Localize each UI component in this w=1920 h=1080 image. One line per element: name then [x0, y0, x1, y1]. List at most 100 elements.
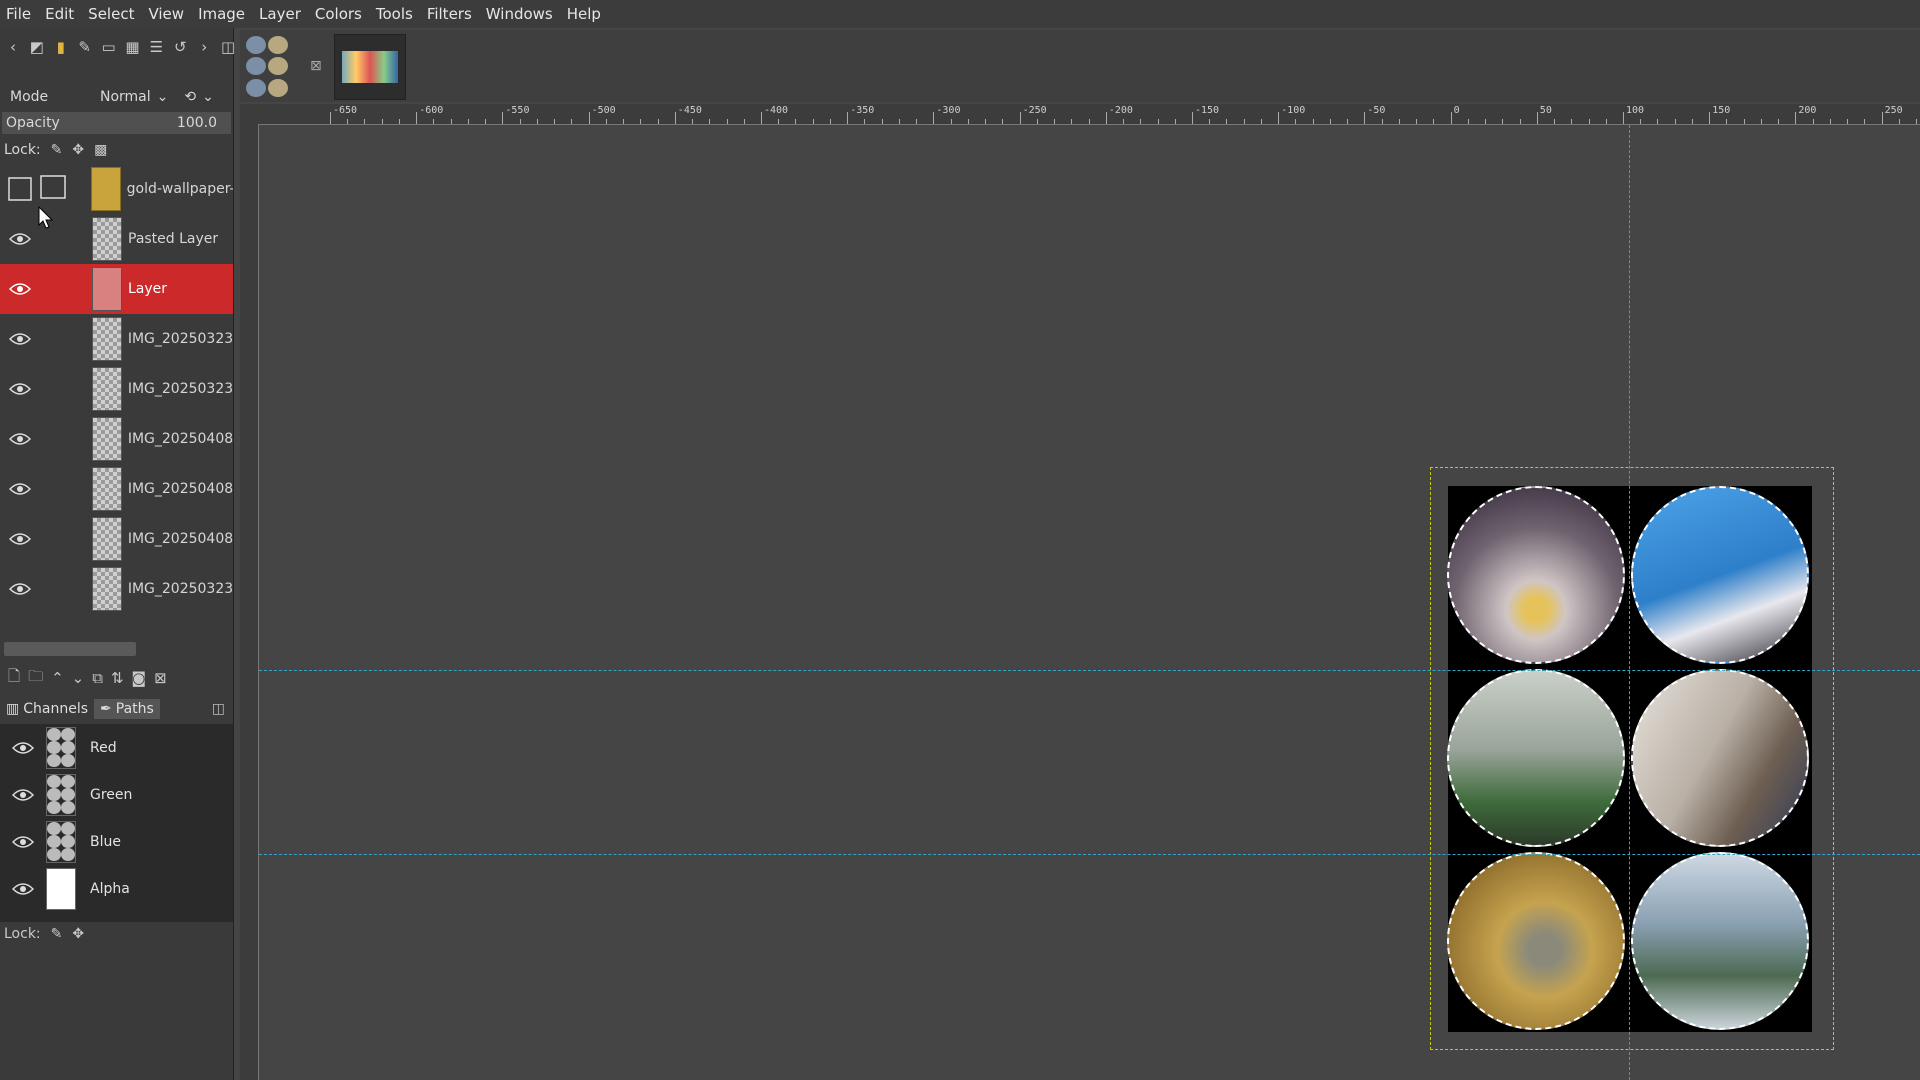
layer-row[interactable]: IMG_20250323	[0, 564, 233, 614]
menu-colors[interactable]: Colors	[308, 0, 369, 28]
eye-icon[interactable]	[0, 582, 40, 596]
horizontal-guide[interactable]	[259, 854, 1920, 855]
ruler-minor-tick	[485, 119, 487, 124]
layers-scrollbar[interactable]	[4, 642, 136, 656]
color-swatch-icon[interactable]: ▮	[52, 37, 70, 57]
eye-icon[interactable]	[0, 282, 40, 296]
vertical-ruler[interactable]	[240, 124, 259, 1080]
menu-help[interactable]: Help	[560, 0, 608, 28]
layer-row[interactable]: IMG_20250408	[0, 514, 233, 564]
ruler-label: 0	[1453, 105, 1460, 116]
ruler-tick	[1019, 112, 1021, 124]
ruler-label: 150	[1712, 105, 1731, 116]
menu-edit[interactable]: Edit	[38, 0, 81, 28]
chevron-down-icon[interactable]: ⌄	[202, 89, 214, 105]
image-tab-thumbnail[interactable]	[246, 36, 290, 98]
horizontal-guide[interactable]	[259, 670, 1920, 671]
menu-view[interactable]: View	[141, 0, 191, 28]
undo-history-icon[interactable]: ↺	[171, 37, 189, 57]
delete-layer-icon[interactable]: ⊠	[154, 669, 167, 687]
tool-options-icon[interactable]: ◩	[28, 37, 46, 57]
horizontal-ruler[interactable]: -650 -600 -550 -500 -450 -400 -350 -300 -250 -200…	[258, 104, 1920, 125]
ruler-corner[interactable]	[240, 104, 258, 124]
photo-circle	[1631, 852, 1809, 1030]
new-layer-icon[interactable]: 🗋	[8, 666, 20, 691]
new-layer-group-icon[interactable]: 🗀	[28, 666, 43, 691]
tab-channels[interactable]: ▥ Channels	[0, 699, 94, 719]
menu-layer[interactable]: Layer	[252, 0, 308, 28]
lower-layer-icon[interactable]: ⌄	[72, 669, 85, 687]
eye-icon[interactable]	[0, 482, 40, 496]
layer-name: IMG_20250408	[127, 531, 233, 547]
eye-icon[interactable]	[0, 788, 46, 802]
mask-icon[interactable]: ◙	[132, 669, 147, 687]
duplicate-layer-icon[interactable]: ⧉	[92, 669, 103, 687]
mode-row: Mode Normal ⌄ ⟲ ⌄	[0, 82, 233, 112]
ruler-minor-tick	[1605, 119, 1607, 124]
ruler-minor-tick	[1398, 119, 1400, 124]
layer-row[interactable]: IMG_20250323	[0, 314, 233, 364]
layer-row[interactable]: IMG_20250323	[0, 364, 233, 414]
layer-name: Layer	[128, 281, 168, 297]
eye-icon[interactable]	[0, 532, 40, 546]
channel-row[interactable]: Alpha	[0, 865, 233, 912]
ruler-tick	[330, 112, 331, 124]
tab-paths[interactable]: ✒ Paths	[94, 699, 160, 719]
layer-row[interactable]: gold-wallpaper-	[0, 164, 233, 214]
layer-row[interactable]: Pasted Layer	[0, 214, 233, 264]
brush-icon[interactable]: ✎	[76, 37, 94, 57]
vertical-guide[interactable]	[1629, 125, 1630, 1080]
layers-icon[interactable]: ☰	[147, 37, 165, 57]
dock-menu-icon[interactable]: ◫	[212, 701, 225, 717]
gradient-icon[interactable]: ▦	[124, 37, 142, 57]
lock-position-icon[interactable]: ✥	[72, 926, 84, 942]
eye-icon[interactable]	[0, 432, 40, 446]
photo-circle	[1447, 669, 1625, 847]
mode-select[interactable]: Normal ⌄	[100, 89, 168, 105]
image-content[interactable]	[1447, 486, 1812, 1032]
pattern-icon[interactable]: ▭	[100, 37, 118, 57]
eye-icon[interactable]	[0, 835, 46, 849]
menu-filters[interactable]: Filters	[420, 0, 479, 28]
lock-alpha-icon[interactable]: ▩	[94, 142, 107, 158]
layer-thumbnail	[90, 167, 121, 211]
opacity-value[interactable]: 100.0	[177, 115, 231, 131]
layer-row-active[interactable]: Layer	[0, 264, 233, 314]
visibility-toggle[interactable]	[0, 176, 39, 202]
ruler-minor-tick	[571, 119, 573, 124]
ruler-minor-tick	[1640, 119, 1642, 124]
menu-tools[interactable]: Tools	[369, 0, 420, 28]
image-tab-thumbnail[interactable]	[334, 34, 406, 100]
lock-pixels-icon[interactable]: ✎	[51, 926, 63, 942]
menu-image[interactable]: Image	[191, 0, 252, 28]
ruler-minor-tick	[657, 119, 659, 124]
eye-icon[interactable]	[0, 332, 40, 346]
link-toggle[interactable]	[39, 174, 90, 204]
ruler-minor-tick	[433, 119, 435, 124]
lock-pixels-icon[interactable]: ✎	[51, 142, 63, 158]
ruler-label: -600	[419, 105, 444, 116]
layer-row[interactable]: IMG_20250408	[0, 464, 233, 514]
menu-file[interactable]: File	[0, 0, 38, 28]
eye-icon[interactable]	[0, 382, 40, 396]
chevron-left-icon[interactable]: ‹	[4, 37, 22, 57]
ruler-minor-tick	[1571, 119, 1573, 124]
channel-row[interactable]: Blue	[0, 818, 233, 865]
channel-row[interactable]: Green	[0, 771, 233, 818]
layer-row[interactable]: IMG_20250408	[0, 414, 233, 464]
raise-layer-icon[interactable]: ⌃	[51, 669, 64, 687]
lock-position-icon[interactable]: ✥	[72, 142, 84, 158]
channel-row[interactable]: Red	[0, 724, 233, 771]
dock-menu-icon[interactable]: ◫	[219, 37, 237, 57]
eye-icon[interactable]	[0, 741, 46, 755]
chevron-right-icon[interactable]: ›	[195, 37, 213, 57]
eye-icon[interactable]	[0, 882, 46, 896]
close-icon[interactable]: ⊠	[310, 58, 322, 74]
menu-select[interactable]: Select	[81, 0, 141, 28]
opacity-slider[interactable]: Opacity 100.0	[2, 112, 231, 134]
ruler-tick	[1623, 112, 1624, 124]
menu-windows[interactable]: Windows	[479, 0, 560, 28]
reset-mode-icon[interactable]: ⟲	[184, 89, 196, 105]
eye-icon[interactable]	[0, 232, 40, 246]
merge-layer-icon[interactable]: ⇅	[111, 669, 124, 687]
